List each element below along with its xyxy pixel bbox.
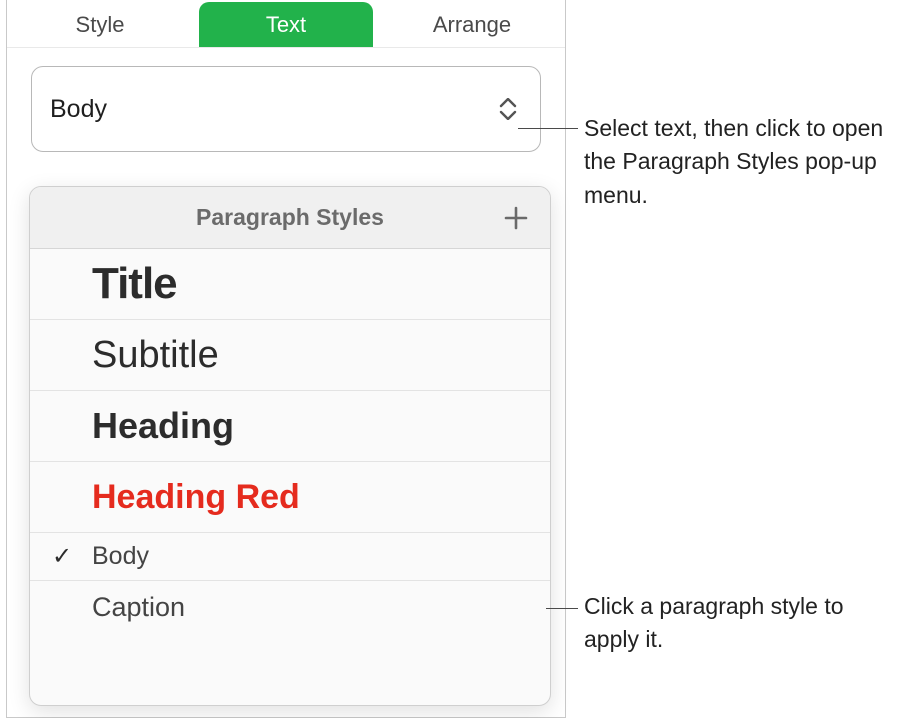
tab-style[interactable]: Style <box>13 2 187 47</box>
checkmark-icon: ✓ <box>52 542 72 571</box>
paragraph-styles-popover: Paragraph Styles Title Subtitle Heading … <box>29 186 551 706</box>
format-panel: Style Text Arrange Body Paragraph Styles… <box>6 0 566 718</box>
paragraph-style-selector[interactable]: Body <box>31 66 541 152</box>
tab-arrange[interactable]: Arrange <box>385 2 559 47</box>
style-label: Subtitle <box>92 334 219 377</box>
style-item-heading-red[interactable]: Heading Red <box>30 462 550 533</box>
style-list: Title Subtitle Heading Heading Red ✓ Bod… <box>30 249 550 633</box>
popover-header: Paragraph Styles <box>30 187 550 249</box>
style-item-subtitle[interactable]: Subtitle <box>30 320 550 391</box>
callout-text: Click a paragraph style to apply it. <box>584 590 874 657</box>
style-label: Title <box>92 259 177 309</box>
callout-text: Select text, then click to open the Para… <box>584 112 894 212</box>
callout-leader <box>518 128 578 129</box>
popover-title: Paragraph Styles <box>196 204 384 231</box>
style-label: Heading <box>92 405 234 447</box>
chevron-up-down-icon <box>496 94 520 124</box>
style-item-title[interactable]: Title <box>30 249 550 320</box>
style-label: Body <box>92 542 149 571</box>
plus-icon <box>503 205 529 231</box>
callout-leader <box>546 608 578 609</box>
style-item-body[interactable]: ✓ Body <box>30 533 550 581</box>
style-item-caption[interactable]: Caption <box>30 581 550 633</box>
tab-bar: Style Text Arrange <box>7 0 565 48</box>
style-label: Heading Red <box>92 478 300 517</box>
paragraph-style-current: Body <box>50 95 107 124</box>
tab-text[interactable]: Text <box>199 2 373 47</box>
add-style-button[interactable] <box>498 200 534 236</box>
style-label: Caption <box>92 592 185 623</box>
style-item-heading[interactable]: Heading <box>30 391 550 462</box>
